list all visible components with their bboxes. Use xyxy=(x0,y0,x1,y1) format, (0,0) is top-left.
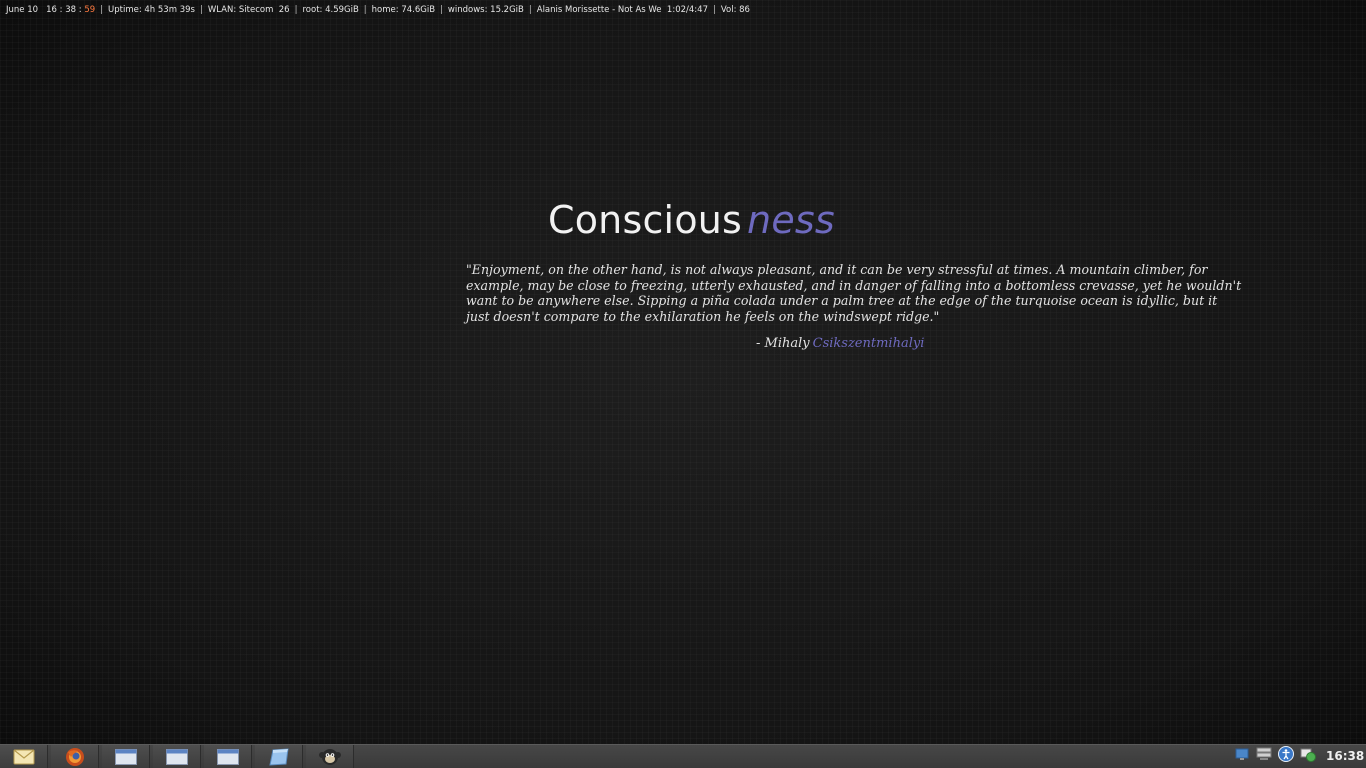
window-task-button-3[interactable] xyxy=(204,745,252,768)
display-icon xyxy=(1256,746,1272,766)
status-now-playing: Alanis Morissette - Not As We 1:02/4:47 xyxy=(536,5,708,15)
accessibility-tray-button[interactable] xyxy=(1278,746,1294,766)
monkey-app-button[interactable] xyxy=(306,745,354,768)
taskbar-clock[interactable]: 16:38 xyxy=(1326,745,1364,768)
status-volume: Vol: 86 xyxy=(720,5,750,15)
accessibility-icon xyxy=(1278,746,1294,766)
monkey-icon xyxy=(318,747,341,767)
update-tray-button[interactable] xyxy=(1300,748,1316,764)
author-surname: Csikszentmihalyi xyxy=(812,336,925,351)
window-task-button-1[interactable] xyxy=(102,745,150,768)
firefox-icon xyxy=(65,747,85,767)
status-separator: | xyxy=(100,5,104,15)
status-seconds: 59 xyxy=(84,5,96,15)
status-date: June 10 xyxy=(6,5,39,15)
window-icon xyxy=(216,748,239,765)
status-root-disk: root: 4.59GiB xyxy=(302,5,359,15)
status-separator: | xyxy=(363,5,367,15)
status-separator: | xyxy=(528,5,532,15)
status-bar: June 10 16 : 38 : 59 | Uptime: 4h 53m 39s |… xyxy=(6,4,750,17)
status-separator: | xyxy=(712,5,716,15)
wallpaper-title-main: Conscious xyxy=(548,198,743,242)
update-icon xyxy=(1300,746,1316,766)
status-separator: | xyxy=(199,5,203,15)
status-windows-disk: windows: 15.2GiB xyxy=(447,5,524,15)
file-manager-button[interactable] xyxy=(255,745,303,768)
desktop: June 10 16 : 38 : 59 | Uptime: 4h 53m 39s |… xyxy=(0,0,1366,744)
window-task-button-2[interactable] xyxy=(153,745,201,768)
network-icon xyxy=(1234,746,1250,766)
status-separator: | xyxy=(294,5,298,15)
mail-icon xyxy=(13,749,35,765)
firefox-launcher-button[interactable] xyxy=(51,745,99,768)
status-separator: | xyxy=(440,5,443,15)
status-time: 16 : 38 : xyxy=(46,5,85,15)
taskbar: 16:38 xyxy=(0,744,1366,768)
status-uptime: Uptime: 4h 53m 39s xyxy=(108,5,195,15)
wallpaper-attribution: - Mihaly Csikszentmihalyi xyxy=(756,336,924,351)
network-tray-button[interactable] xyxy=(1234,748,1250,764)
wallpaper-quote: "Enjoyment, on the other hand, is not al… xyxy=(466,262,1242,324)
file-manager-icon xyxy=(268,747,290,766)
author-prefix: - Mihaly xyxy=(756,336,810,351)
status-wlan: WLAN: Sitecom 26 xyxy=(207,5,290,15)
window-icon xyxy=(114,748,137,765)
status-home-disk: home: 74.6GiB xyxy=(371,5,436,15)
mail-launcher-button[interactable] xyxy=(0,745,48,768)
window-icon xyxy=(165,748,188,765)
display-tray-button[interactable] xyxy=(1256,746,1272,766)
wallpaper-title: Conscious ness xyxy=(548,198,835,242)
wallpaper-title-accent: ness xyxy=(747,198,835,242)
